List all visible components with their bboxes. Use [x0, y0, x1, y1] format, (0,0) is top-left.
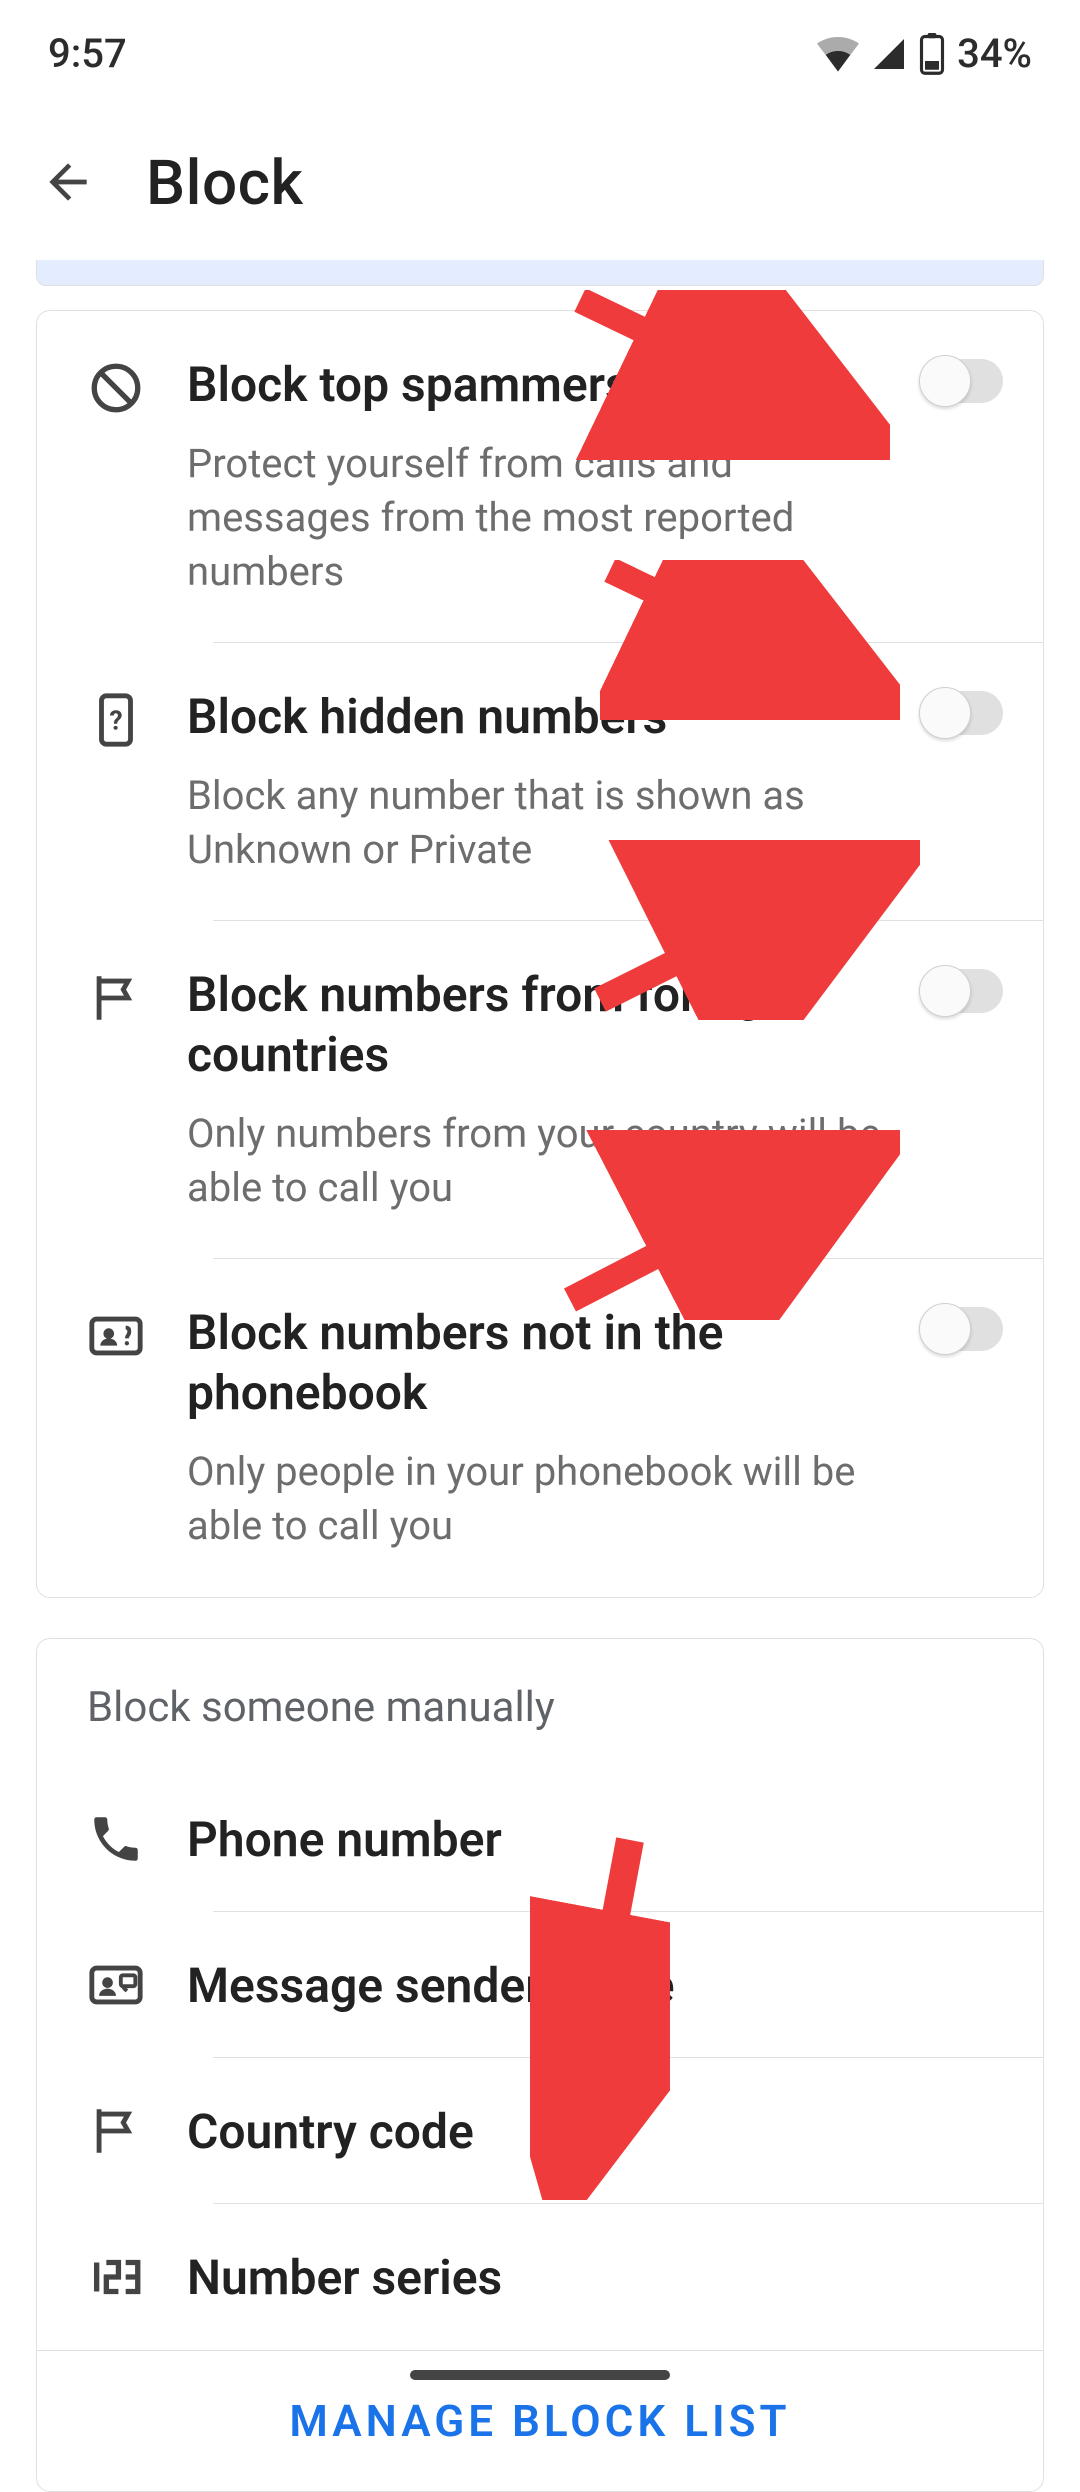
block-options-card: Block top spammers Protect yourself from…: [36, 310, 1044, 1598]
row-title: Block top spammers: [187, 355, 893, 415]
toggle-block-top-spammers[interactable]: [923, 359, 1003, 403]
sender-card-icon: [87, 1956, 145, 2014]
row-label: Country code: [187, 2103, 474, 2160]
manage-block-list-link[interactable]: MANAGE BLOCK LIST: [289, 2395, 790, 2447]
manual-block-header: Block someone manually: [37, 1639, 1043, 1766]
row-number-series[interactable]: Number series: [37, 2204, 1043, 2350]
row-label: Number series: [187, 2249, 502, 2306]
status-right: 34%: [817, 30, 1032, 77]
row-description: Protect yourself from calls and messages…: [187, 437, 893, 599]
app-bar: Block: [0, 87, 1080, 260]
contact-card-icon: [87, 1307, 145, 1365]
status-bar: 9:57 34%: [0, 0, 1080, 87]
row-country-code[interactable]: Country code: [37, 2058, 1043, 2204]
row-block-hidden-numbers[interactable]: ? Block hidden numbers Block any number …: [37, 643, 1043, 921]
row-title: Block numbers from foreign countries: [187, 965, 893, 1085]
svg-text:?: ?: [109, 706, 122, 737]
row-description: Only people in your phonebook will be ab…: [187, 1445, 893, 1553]
row-block-not-in-phonebook[interactable]: Block numbers not in the phonebook Only …: [37, 1259, 1043, 1597]
flag-icon: [87, 2102, 145, 2160]
toggle-block-foreign-countries[interactable]: [923, 969, 1003, 1013]
back-button[interactable]: [40, 154, 96, 214]
row-block-foreign-countries[interactable]: Block numbers from foreign countries Onl…: [37, 921, 1043, 1259]
row-block-top-spammers[interactable]: Block top spammers Protect yourself from…: [37, 311, 1043, 643]
manual-block-card: Block someone manually Phone number Mess…: [36, 1638, 1044, 2492]
phone-icon: [87, 1810, 145, 1868]
flag-icon: [87, 969, 145, 1027]
nav-indicator: [410, 2370, 670, 2380]
block-icon: [87, 359, 145, 417]
row-description: Only numbers from your country will be a…: [187, 1107, 893, 1215]
row-title: Block hidden numbers: [187, 687, 893, 747]
toggle-block-hidden-numbers[interactable]: [923, 691, 1003, 735]
number-series-icon: [87, 2248, 145, 2306]
status-time: 9:57: [48, 30, 127, 77]
row-message-sender-name[interactable]: Message sender name: [37, 1912, 1043, 2058]
row-title: Block numbers not in the phonebook: [187, 1303, 893, 1423]
page-title: Block: [146, 147, 303, 220]
row-label: Phone number: [187, 1811, 502, 1868]
unknown-phone-icon: ?: [87, 691, 145, 749]
wifi-icon: [817, 36, 859, 72]
battery-percent: 34%: [957, 30, 1032, 77]
info-banner-fragment: [36, 260, 1044, 286]
battery-icon: [919, 33, 945, 75]
row-description: Block any number that is shown as Unknow…: [187, 769, 893, 877]
row-phone-number[interactable]: Phone number: [37, 1766, 1043, 1912]
toggle-block-not-in-phonebook[interactable]: [923, 1307, 1003, 1351]
signal-icon: [871, 36, 907, 72]
row-label: Message sender name: [187, 1957, 675, 2014]
